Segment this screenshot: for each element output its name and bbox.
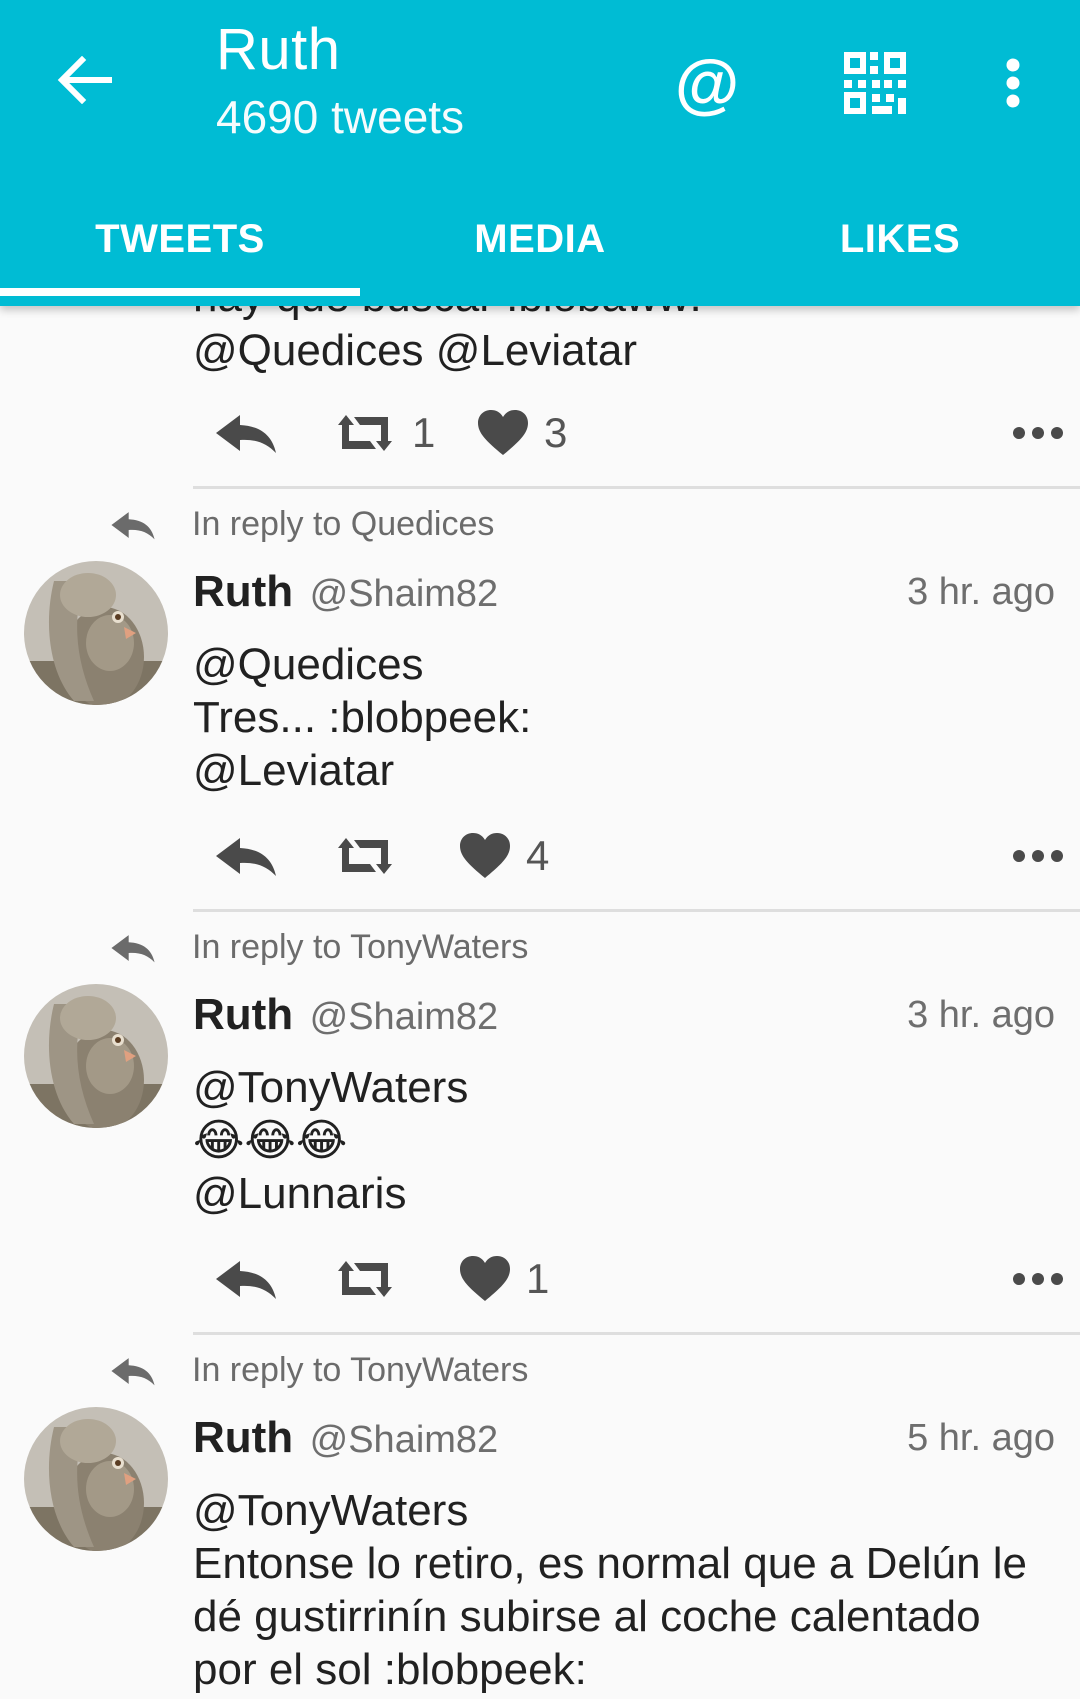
reply-context-label: In reply to TonyWaters — [192, 1351, 529, 1389]
more-options-button[interactable] — [1012, 824, 1064, 888]
overflow-menu-button[interactable] — [968, 38, 1058, 128]
tweet-time: 3 hr. ago — [907, 571, 1055, 613]
like-count: 4 — [526, 832, 550, 879]
profile-name: Ruth — [216, 17, 341, 82]
retweet-button[interactable]: 1 — [332, 401, 435, 465]
author-handle[interactable]: @Shaim82 — [310, 1419, 499, 1461]
tweet-count: 4690 tweets — [216, 91, 465, 143]
heart-icon — [476, 409, 530, 457]
tab-indicator — [0, 288, 360, 296]
app-bar: Ruth 4690 tweets @ TWEETS MEDIA LIKES — [0, 0, 1080, 306]
like-count: 3 — [544, 409, 568, 456]
tweet-body: @TonyWaters 😂😂😂 @Lunnaris — [193, 1061, 1055, 1220]
tweet-time: 3 hr. ago — [907, 994, 1055, 1036]
reply-button[interactable] — [214, 824, 278, 888]
tweet-body: @Quedices Tres... :blobpeek: @Leviatar — [193, 638, 1055, 797]
qr-code-button[interactable] — [830, 38, 920, 128]
tweet-line: Tres... :blobpeek: — [193, 693, 532, 742]
tweet-header: Ruth @Shaim82 3 hr. ago — [193, 567, 1055, 623]
tweet-actions: 1 — [214, 1247, 1064, 1311]
reply-icon — [110, 1356, 156, 1386]
reply-button[interactable] — [214, 1247, 278, 1311]
reply-context[interactable]: In reply to TonyWaters — [110, 928, 528, 967]
divider — [193, 909, 1080, 912]
more-horiz-icon — [1012, 849, 1064, 863]
qr-code-icon — [844, 52, 906, 114]
retweet-count: 1 — [412, 409, 436, 456]
reply-icon — [214, 836, 278, 876]
author-name[interactable]: Ruth — [193, 1413, 293, 1462]
mention-link[interactable]: @TonyWaters — [193, 1484, 1055, 1537]
reply-button[interactable] — [214, 401, 278, 465]
mention-link[interactable]: @Leviatar — [193, 744, 1055, 797]
reply-context[interactable]: In reply to TonyWaters — [110, 1351, 528, 1390]
retweet-icon — [332, 1259, 398, 1299]
author-handle[interactable]: @Shaim82 — [310, 573, 499, 615]
avatar[interactable] — [24, 561, 168, 705]
reply-icon — [110, 933, 156, 963]
more-vert-icon — [1006, 58, 1020, 108]
reply-context[interactable]: In reply to Quedices — [110, 505, 494, 544]
mention-link[interactable]: @TonyWaters — [193, 1061, 1055, 1114]
tab-bar: TWEETS MEDIA LIKES — [0, 180, 1080, 306]
tweet-line: Entonse lo retiro, es normal que a Delún… — [193, 1539, 1028, 1588]
author-name[interactable]: Ruth — [193, 567, 293, 616]
like-count: 1 — [526, 1255, 550, 1302]
more-horiz-icon — [1012, 426, 1064, 440]
divider — [193, 1332, 1080, 1335]
retweet-icon — [332, 836, 398, 876]
reply-context-label: In reply to TonyWaters — [192, 928, 529, 966]
back-button[interactable] — [44, 40, 124, 120]
more-options-button[interactable] — [1012, 1247, 1064, 1311]
heart-icon — [458, 832, 512, 880]
author-name[interactable]: Ruth — [193, 990, 293, 1039]
reply-context-label: In reply to Quedices — [192, 505, 495, 543]
tweet-line: dé gustirrinín subirse al coche calentad… — [193, 1592, 981, 1641]
mention-link[interactable]: @Quedices — [193, 638, 1055, 691]
author-handle[interactable]: @Shaim82 — [310, 996, 499, 1038]
like-button[interactable]: 1 — [458, 1247, 549, 1311]
tweet-line: por el sol :blobpeek: — [193, 1645, 587, 1694]
reply-icon — [214, 1259, 278, 1299]
profile-title-block: Ruth 4690 tweets — [216, 14, 464, 148]
more-options-button[interactable] — [1012, 401, 1064, 465]
tweet-time: 5 hr. ago — [907, 1417, 1055, 1459]
tab-media[interactable]: MEDIA — [360, 180, 720, 306]
retweet-button[interactable] — [332, 1247, 398, 1311]
tweet-line: @Quedices @Leviatar — [193, 326, 637, 375]
like-button[interactable]: 3 — [476, 401, 567, 465]
avatar[interactable] — [24, 984, 168, 1128]
reply-icon — [214, 413, 278, 453]
tweet-actions: 1 3 — [214, 401, 1064, 465]
divider — [193, 486, 1080, 489]
at-icon: @ — [674, 46, 740, 120]
arrow-back-icon — [57, 56, 112, 104]
tweet-header: Ruth @Shaim82 3 hr. ago — [193, 990, 1055, 1046]
reply-icon — [110, 510, 156, 540]
tab-likes[interactable]: LIKES — [720, 180, 1080, 306]
heart-icon — [458, 1255, 512, 1303]
mention-button[interactable]: @ — [662, 38, 752, 128]
avatar[interactable] — [24, 1407, 168, 1551]
retweet-icon — [332, 413, 398, 453]
tweet-actions: 4 — [214, 824, 1064, 888]
more-horiz-icon — [1012, 1272, 1064, 1286]
emoji-line: 😂😂😂 — [193, 1115, 348, 1166]
mention-link[interactable]: @Lunnaris — [193, 1167, 1055, 1220]
tweet-body: @TonyWaters Entonse lo retiro, es normal… — [193, 1484, 1055, 1696]
like-button[interactable]: 4 — [458, 824, 549, 888]
tweet-header: Ruth @Shaim82 5 hr. ago — [193, 1413, 1055, 1469]
retweet-button[interactable] — [332, 824, 398, 888]
